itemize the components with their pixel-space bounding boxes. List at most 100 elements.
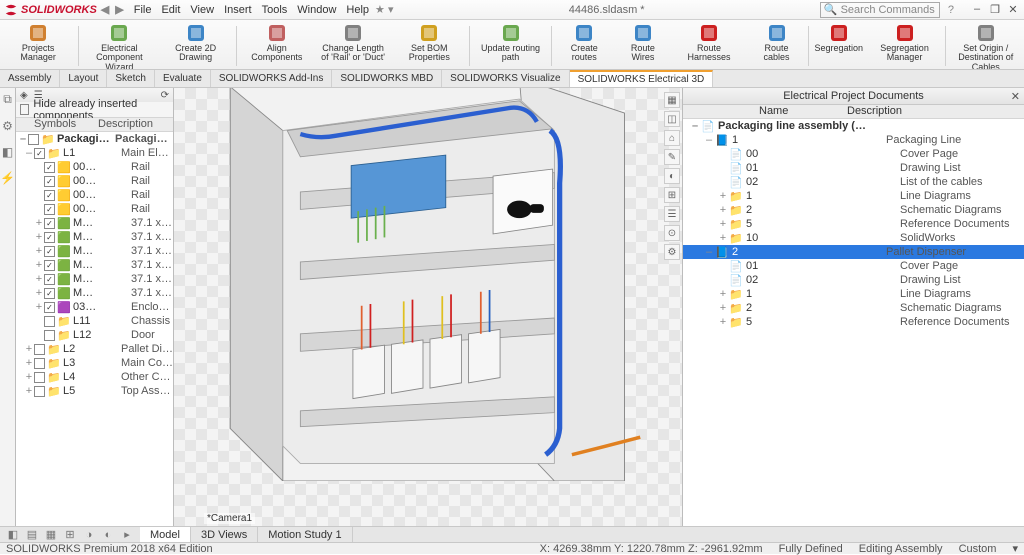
ribbon-set-bom-properties[interactable]: Set BOM Properties [391, 23, 467, 69]
bt-icon[interactable]: ◑ [82, 528, 96, 542]
feature-tree[interactable]: –📁Packaging li…Packaging line assem–✓📁L1… [16, 132, 173, 526]
status-dropdown-icon[interactable]: ▾ [1012, 542, 1018, 555]
doc-row[interactable]: +📁5Reference Documents [683, 217, 1024, 231]
search-commands[interactable]: 🔍 Search Commands [820, 2, 940, 18]
menu-edit[interactable]: Edit [161, 4, 180, 16]
tab-assembly[interactable]: Assembly [0, 70, 60, 87]
gutter-config-icon[interactable]: ⚙ [2, 119, 13, 133]
close-icon[interactable]: ✕ [1006, 3, 1020, 16]
menu-dropdown-icon[interactable]: ★ ▾ [375, 3, 393, 16]
vt-icon[interactable]: ⌂ [664, 130, 680, 146]
bt-icon[interactable]: ◧ [6, 528, 20, 542]
ribbon-segregation[interactable]: Segregation [811, 23, 866, 69]
vt-icon[interactable]: ⊞ [664, 187, 680, 203]
doc-row[interactable]: 📄01Cover Page [683, 259, 1024, 273]
tree-row[interactable]: ✓🟨00…Rail [16, 202, 173, 216]
ribbon-route-wires[interactable]: Route Wires [615, 23, 671, 69]
vt-icon[interactable]: ⚙ [664, 244, 680, 260]
doc-row[interactable]: –📘2Pallet Dispenser [683, 245, 1024, 259]
hide-inserted-row[interactable]: Hide already inserted components [16, 102, 173, 118]
vt-icon[interactable]: ◐ [664, 168, 680, 184]
menu-view[interactable]: View [190, 4, 214, 16]
bt-icon[interactable]: ▤ [25, 528, 39, 542]
menu-insert[interactable]: Insert [224, 4, 252, 16]
ribbon-set-origin-destination-o[interactable]: Set Origin / Destination of Cables [948, 23, 1024, 69]
ribbon-update-routing-path[interactable]: Update routing path [472, 23, 548, 69]
doc-row[interactable]: 📄02Drawing List [683, 273, 1024, 287]
nav-back-icon[interactable]: ◀ [101, 3, 109, 16]
restore-icon[interactable]: ❐ [988, 3, 1002, 16]
ribbon-route-harnesses[interactable]: Route Harnesses [671, 23, 747, 69]
tab-evaluate[interactable]: Evaluate [155, 70, 211, 87]
tree-row[interactable]: +📁L3Main Conveyor [16, 356, 173, 370]
tree-row[interactable]: +📁L2Pallet Dispenser [16, 342, 173, 356]
btab-motion-study-1[interactable]: Motion Study 1 [258, 527, 352, 542]
vt-icon[interactable]: ◫ [664, 111, 680, 127]
tab-solidworks-mbd[interactable]: SOLIDWORKS MBD [332, 70, 442, 87]
bt-icon[interactable]: ⊞ [63, 528, 77, 542]
doc-row[interactable]: +📁1Line Diagrams [683, 287, 1024, 301]
tab-solidworks-add-ins[interactable]: SOLIDWORKS Add-Ins [211, 70, 332, 87]
bt-icon[interactable]: ◐ [101, 528, 115, 542]
gutter-display-icon[interactable]: ◧ [2, 145, 13, 159]
tree-row[interactable]: +✓🟩M…37.1 x 72.4 Type MC … [16, 286, 173, 300]
tree-row[interactable]: +📁L4Other Conveyors [16, 370, 173, 384]
ribbon-segregation-manager[interactable]: Segregation Manager [866, 23, 942, 69]
tree-row[interactable]: 📁L11Chassis [16, 314, 173, 328]
vt-icon[interactable]: ☰ [664, 206, 680, 222]
menu-window[interactable]: Window [297, 4, 336, 16]
ribbon-create-2d-drawing[interactable]: Create 2D Drawing [157, 23, 233, 69]
tree-row[interactable]: +📁L5Top Assembly [16, 384, 173, 398]
tree-row[interactable]: –✓📁L1Main Electrical Enclo… [16, 146, 173, 160]
ribbon-route-cables[interactable]: Route cables [747, 23, 806, 69]
doc-row[interactable]: +📁5Reference Documents [683, 315, 1024, 329]
tab-solidworks-visualize[interactable]: SOLIDWORKS Visualize [442, 70, 569, 87]
electrical-docs-tree[interactable]: –📄Packaging line assembly (2013)–📘1Packa… [683, 119, 1024, 526]
doc-row[interactable]: 📄01Drawing List [683, 161, 1024, 175]
doc-row[interactable]: –📘1Packaging Line [683, 133, 1024, 147]
panel-close-icon[interactable]: ✕ [1011, 90, 1020, 103]
tree-row[interactable]: +✓🟩M…37.1 x 72.4 Type MC … [16, 244, 173, 258]
hide-checkbox[interactable] [20, 104, 29, 115]
bt-icon[interactable]: ▸ [120, 528, 134, 542]
vt-icon[interactable]: ✎ [664, 149, 680, 165]
minimize-icon[interactable]: – [970, 3, 984, 16]
tree-row[interactable]: ✓🟨00…Rail [16, 174, 173, 188]
btab-model[interactable]: Model [140, 527, 191, 542]
doc-row[interactable]: +📁10SolidWorks [683, 231, 1024, 245]
doc-row[interactable]: 📄00Cover Page [683, 147, 1024, 161]
ribbon-align-components[interactable]: Align Components [239, 23, 315, 69]
doc-row[interactable]: +📁1Line Diagrams [683, 189, 1024, 203]
doc-row[interactable]: –📄Packaging line assembly (2013) [683, 119, 1024, 133]
vt-icon[interactable]: ⊙ [664, 225, 680, 241]
menu-tools[interactable]: Tools [262, 4, 288, 16]
tree-row[interactable]: –📁Packaging li…Packaging line assem [16, 132, 173, 146]
3d-viewport[interactable]: ▦◫ ⌂✎ ◐⊞ ☰⊙ ⚙ *Camera1 [174, 88, 682, 526]
menu-help[interactable]: Help [346, 4, 369, 16]
menu-file[interactable]: File [134, 4, 152, 16]
ribbon-create-routes[interactable]: Create routes [554, 23, 615, 69]
doc-row[interactable]: +📁2Schematic Diagrams [683, 203, 1024, 217]
vt-icon[interactable]: ▦ [664, 92, 680, 108]
tree-row[interactable]: +✓🟪03…Enclosure [16, 300, 173, 314]
tree-row[interactable]: ✓🟨00…Rail [16, 160, 173, 174]
tree-row[interactable]: +✓🟩M…37.1 x 72.4 Type MC … [16, 272, 173, 286]
tree-row[interactable]: +✓🟩M…37.1 x 72.4 Type MC … [16, 230, 173, 244]
doc-row[interactable]: +📁2Schematic Diagrams [683, 301, 1024, 315]
nav-fwd-icon[interactable]: ▶ [115, 3, 123, 16]
tab-sketch[interactable]: Sketch [107, 70, 155, 87]
tree-row[interactable]: +✓🟩M…37.1 x 72.4 Type MC … [16, 258, 173, 272]
ribbon-electrical-component-wiz[interactable]: Electrical Component Wizard [81, 23, 157, 69]
tool-a-icon[interactable]: ◈ [20, 90, 28, 101]
gutter-ele-icon[interactable]: ⚡ [0, 171, 15, 185]
tree-row[interactable]: ✓🟨00…Rail [16, 188, 173, 202]
btab-3d-views[interactable]: 3D Views [191, 527, 258, 542]
bt-icon[interactable]: ▦ [44, 528, 58, 542]
tab-layout[interactable]: Layout [60, 70, 107, 87]
gutter-asm-icon[interactable]: ⧉ [3, 92, 12, 107]
doc-row[interactable]: 📄02List of the cables [683, 175, 1024, 189]
ribbon-projects-manager[interactable]: Projects Manager [0, 23, 76, 69]
ribbon-change-length-of-rail-or[interactable]: Change Length of 'Rail' or 'Duct' [315, 23, 391, 69]
tree-row[interactable]: +✓🟩M…37.1 x 72.4 Type MC … [16, 216, 173, 230]
help-icon[interactable]: ? [948, 4, 954, 16]
